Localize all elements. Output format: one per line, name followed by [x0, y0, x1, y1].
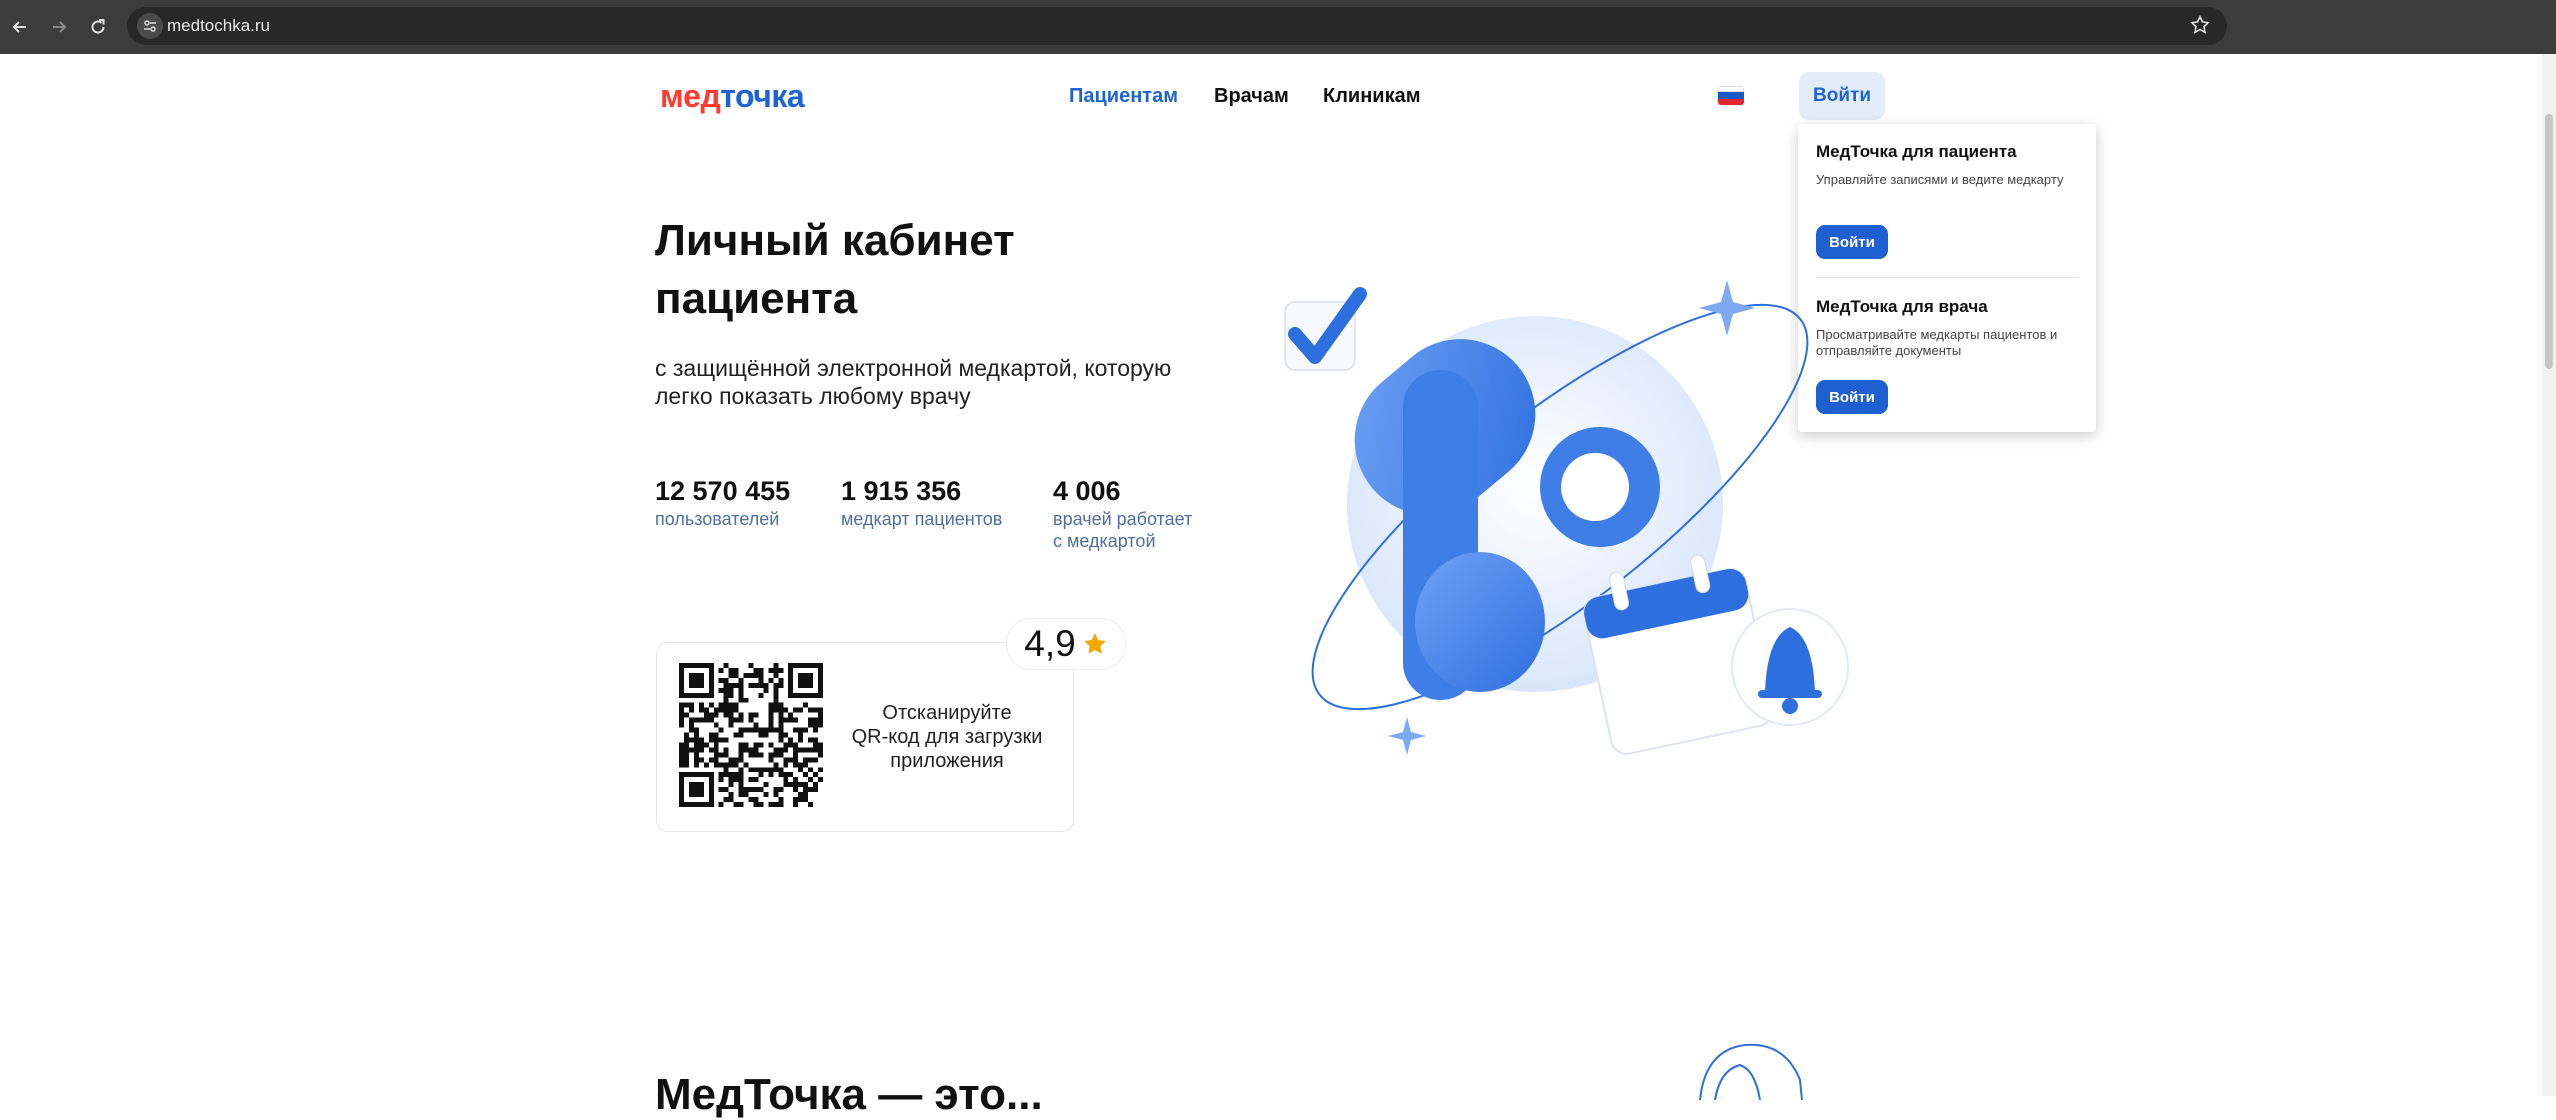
checkbox-icon	[1284, 287, 1367, 371]
logo-part-red: мед	[660, 78, 721, 114]
stat-doctors: 4 006 врачей работает с медкартой	[1053, 474, 1192, 552]
notification-bell-icon	[1731, 608, 1849, 726]
stat-label: пользователей	[655, 509, 780, 529]
reload-icon[interactable]	[84, 13, 112, 41]
qr-caption-line3: приложения	[890, 750, 1004, 772]
stat-value: 12 570 455	[655, 476, 791, 506]
app-rating-badge: 4,9	[1006, 618, 1126, 670]
hero-subtitle: с защищённой электронной медкартой, кото…	[655, 354, 1215, 410]
nav-clinics[interactable]: Клиникам	[1323, 85, 1421, 108]
nav-patients[interactable]: Пациентам	[1069, 85, 1178, 108]
sparkle-icon	[1699, 280, 1755, 336]
hero-subtitle-line1: с защищённой электронной медкартой, кото…	[655, 355, 1172, 381]
nav-doctors[interactable]: Врачам	[1214, 85, 1289, 108]
rating-value: 4,9	[1024, 623, 1076, 664]
qr-caption-line2: QR-код для загрузки	[851, 726, 1043, 748]
patient-app-title: МедТочка для пациента	[1816, 142, 2017, 161]
site-logo[interactable]: медточка	[660, 78, 805, 115]
qr-caption-line1: Отсканируйте	[882, 702, 1012, 724]
scrollbar-thumb[interactable]	[2545, 114, 2553, 369]
stat-label-line1: врачей работает	[1053, 509, 1193, 529]
patient-app-description: Управляйте записями и ведите медкарту	[1816, 172, 2064, 187]
logo-part-blue: точка	[720, 78, 805, 114]
section-title-partial: МедТочка — это...	[655, 1070, 1043, 1119]
url-text: medtochka.ru	[167, 16, 270, 35]
stat-users: 12 570 455 пользователей	[655, 474, 790, 530]
scrollbar[interactable]	[2542, 54, 2556, 1096]
page-title: Личный кабинет пациента	[655, 212, 1155, 328]
address-bar[interactable]: medtochka.ru	[127, 7, 2227, 45]
bookmark-star-icon[interactable]	[2189, 14, 2211, 41]
qr-card: Отсканируйте QR-код для загрузки приложе…	[656, 642, 1074, 832]
star-icon	[1083, 633, 1106, 654]
browser-toolbar: medtochka.ru	[0, 0, 2556, 54]
hero-illustration	[1284, 280, 1849, 755]
stat-value: 4 006	[1053, 476, 1121, 506]
forward-icon[interactable]	[45, 13, 73, 41]
qr-code	[679, 663, 823, 807]
sparkle-icon	[1388, 717, 1426, 755]
page-title-line1: Личный кабинет	[655, 216, 1015, 265]
patient-login-button[interactable]: Войти	[1816, 225, 1888, 259]
hero-subtitle-line2: легко показать любому врачу	[655, 383, 971, 409]
back-icon[interactable]	[6, 13, 34, 41]
stat-value: 1 915 356	[841, 476, 962, 506]
qr-caption: Отсканируйте QR-код для загрузки приложе…	[837, 701, 1057, 773]
stat-label-line2: с медкартой	[1053, 531, 1156, 551]
site-info-icon[interactable]	[137, 13, 163, 39]
stat-label: медкарт пациентов	[841, 509, 1003, 529]
russian-flag-icon[interactable]	[1718, 86, 1744, 105]
decorative-line-art	[1699, 1043, 1803, 1100]
page-title-line2: пациента	[655, 274, 858, 323]
stat-medcards: 1 915 356 медкарт пациентов	[841, 474, 1002, 530]
login-button[interactable]: Войти	[1799, 72, 1885, 120]
